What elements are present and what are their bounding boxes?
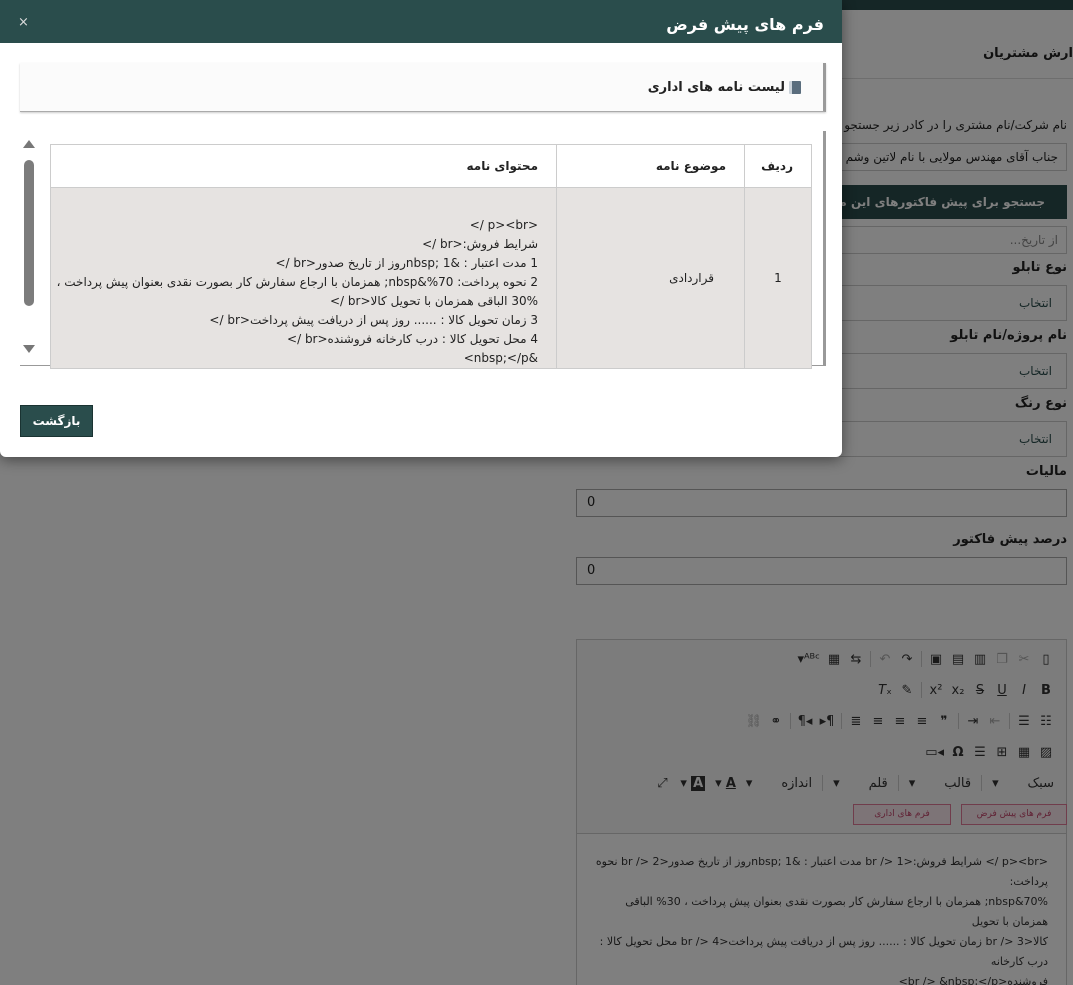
close-icon[interactable]: × <box>18 16 29 29</box>
content-line: 30% الباقی همزمان با تحویل کالا<br /> <box>330 294 538 308</box>
content-cell: <p><br /> شرایط فروش:<br /> 1 مدت اعتبار… <box>50 187 557 369</box>
row-number-cell: 1 <box>744 187 812 369</box>
back-button[interactable]: بازگشت <box>20 405 93 437</box>
table-header-row: ردیف موضوع نامه محتوای نامه <box>50 144 812 188</box>
scroll-up-icon[interactable] <box>23 140 35 148</box>
content-line: <p><br /> <box>469 218 538 232</box>
content-line: 3 زمان تحویل کالا : ...... روز پس از دری… <box>209 313 538 327</box>
panel-title: لیست نامه های اداری <box>648 80 801 95</box>
scroll-down-icon[interactable] <box>23 345 35 353</box>
content-line: 1 مدت اعتبار : &nbsp; 1روز از تاریخ صدور… <box>275 256 538 270</box>
book-icon <box>789 81 801 94</box>
modal-header: فرم های پیش فرض × <box>0 0 842 43</box>
column-header-subject: موضوع نامه <box>556 144 745 188</box>
default-forms-modal: فرم های پیش فرض × لیست نامه های اداری رد… <box>0 0 842 457</box>
column-header-row-number: ردیف <box>744 144 812 188</box>
column-header-content: محتوای نامه <box>50 144 557 188</box>
content-line: 4 محل تحویل کالا : درب کارخانه فروشنده<b… <box>287 332 538 346</box>
letters-table-container[interactable]: ردیف موضوع نامه محتوای نامه 1 قراردادی <… <box>20 131 826 369</box>
content-line: 2 نحوه پرداخت: 70%&nbsp; همزمان با ارجاع… <box>56 275 538 289</box>
subject-cell: قراردادی <box>556 187 745 369</box>
modal-title: فرم های پیش فرض <box>666 15 824 34</box>
scrollbar-thumb[interactable] <box>24 160 34 306</box>
letters-panel-header: لیست نامه های اداری <box>20 63 826 112</box>
panel-title-text: لیست نامه های اداری <box>647 80 785 95</box>
content-line: شرایط فروش:<br /> <box>422 237 538 251</box>
table-row[interactable]: 1 قراردادی <p><br /> شرایط فروش:<br /> 1… <box>50 187 812 369</box>
letters-table: ردیف موضوع نامه محتوای نامه 1 قراردادی <… <box>50 144 812 369</box>
content-line: &nbsp;</p> <box>463 351 538 365</box>
